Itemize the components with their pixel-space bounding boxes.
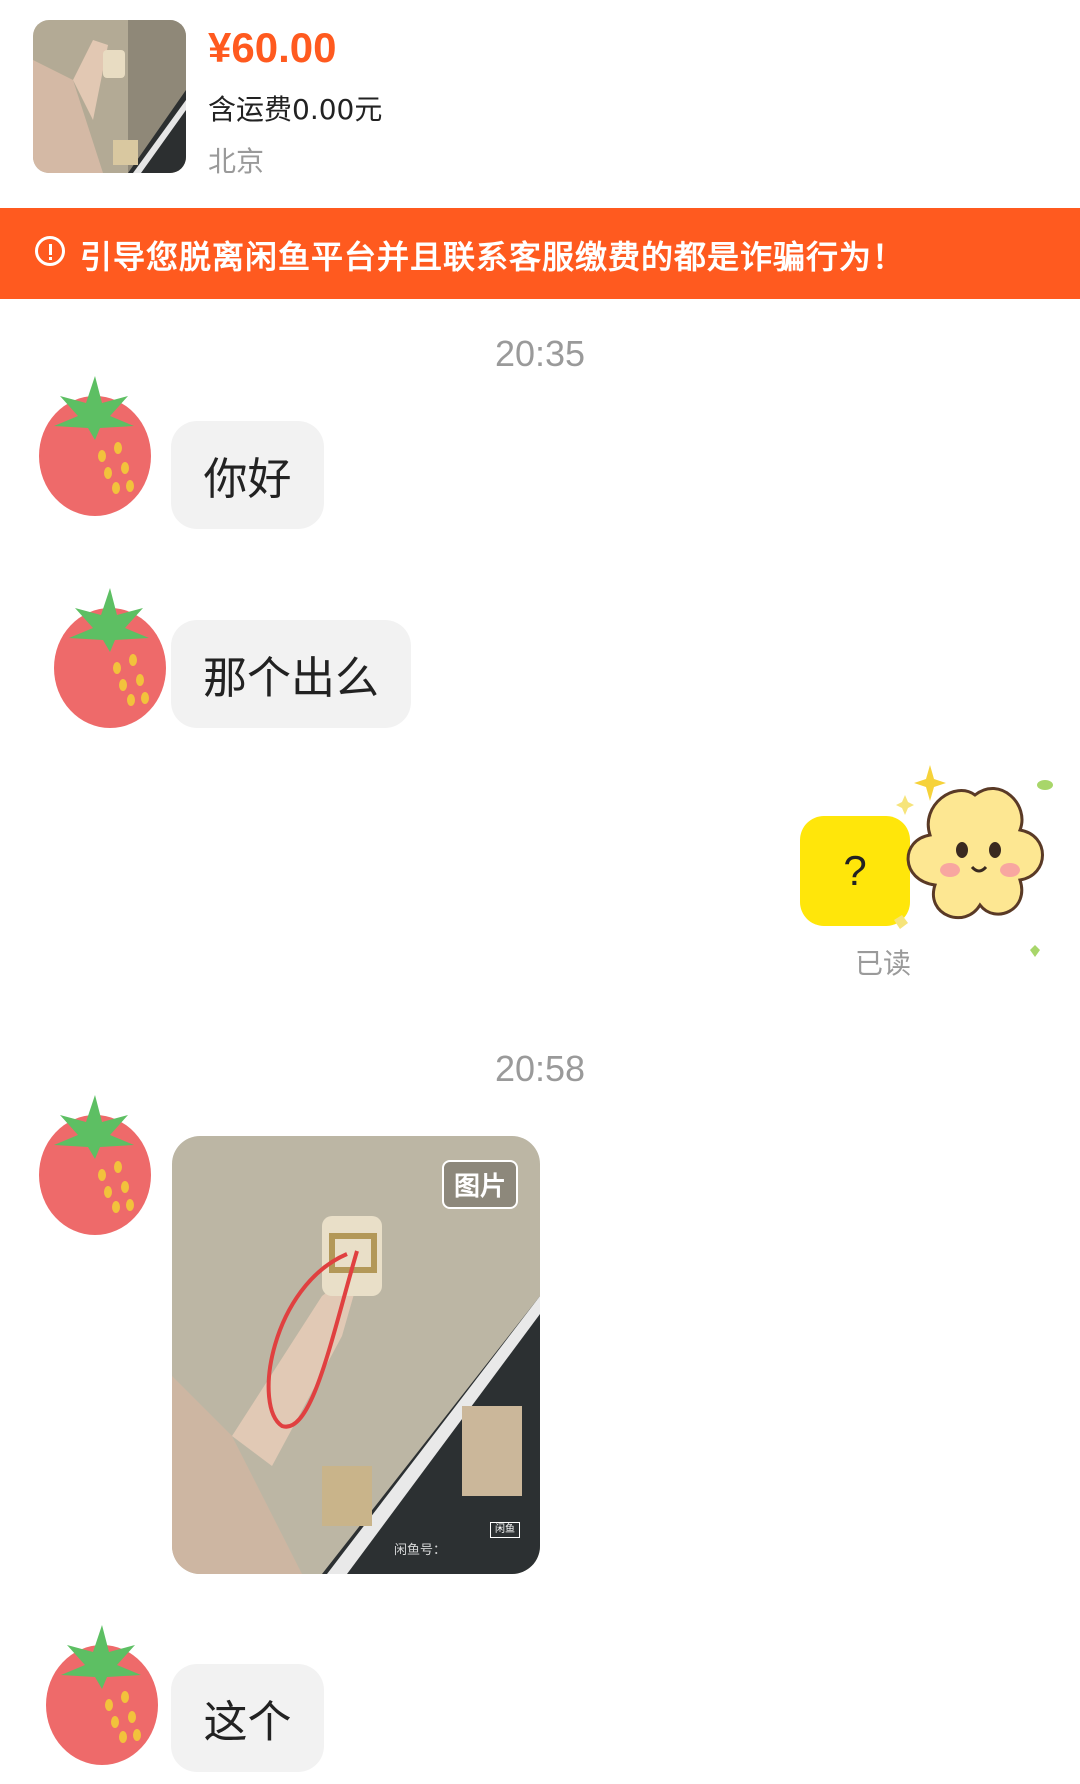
shipping-fee: 含运费0.00元: [208, 93, 383, 126]
strawberry-avatar-icon: [39, 1095, 151, 1235]
message-text: 这个: [203, 1697, 292, 1748]
message-text: 那个出么: [203, 653, 379, 704]
flower-avatar-icon: [894, 765, 1053, 957]
chat-timestamp: 20:58: [494, 1048, 586, 1089]
fraud-warning-text: 引导您脱离闲鱼平台并且联系客服缴费的都是诈骗行为！: [80, 238, 906, 276]
message-text: 你好: [203, 454, 292, 505]
seller-avatar[interactable]: [45, 580, 175, 730]
image-watermark: 闲鱼号：: [394, 1543, 447, 1558]
fraud-warning-banner: 引导您脱离闲鱼平台并且联系客服缴费的都是诈骗行为！: [0, 208, 1080, 299]
message-text: ?: [843, 847, 867, 894]
strawberry-avatar-icon: [54, 588, 166, 728]
image-message[interactable]: 图片 闲鱼 闲鱼号：: [172, 1136, 540, 1574]
strawberry-avatar-icon: [39, 376, 151, 516]
my-avatar[interactable]: [880, 745, 1070, 975]
product-card[interactable]: ¥60.00 含运费0.00元 北京: [0, 0, 1080, 208]
message-bubble[interactable]: 你好: [171, 421, 324, 529]
seller-avatar[interactable]: [37, 1617, 167, 1767]
strawberry-avatar-icon: [46, 1625, 158, 1765]
message-bubble[interactable]: 这个: [171, 1664, 324, 1772]
product-photo-image: [33, 20, 186, 173]
seller-avatar[interactable]: [30, 368, 160, 518]
product-location: 北京: [208, 145, 265, 178]
product-thumbnail[interactable]: [33, 20, 186, 173]
warning-circle-icon: [35, 236, 65, 266]
xianyu-logo: 闲鱼: [490, 1522, 520, 1538]
image-tag: 图片: [441, 1160, 518, 1209]
message-bubble[interactable]: 那个出么: [171, 620, 411, 728]
chat-timestamp: 20:35: [494, 333, 586, 374]
seller-avatar[interactable]: [30, 1087, 160, 1237]
product-price: ¥60.00: [208, 24, 337, 71]
